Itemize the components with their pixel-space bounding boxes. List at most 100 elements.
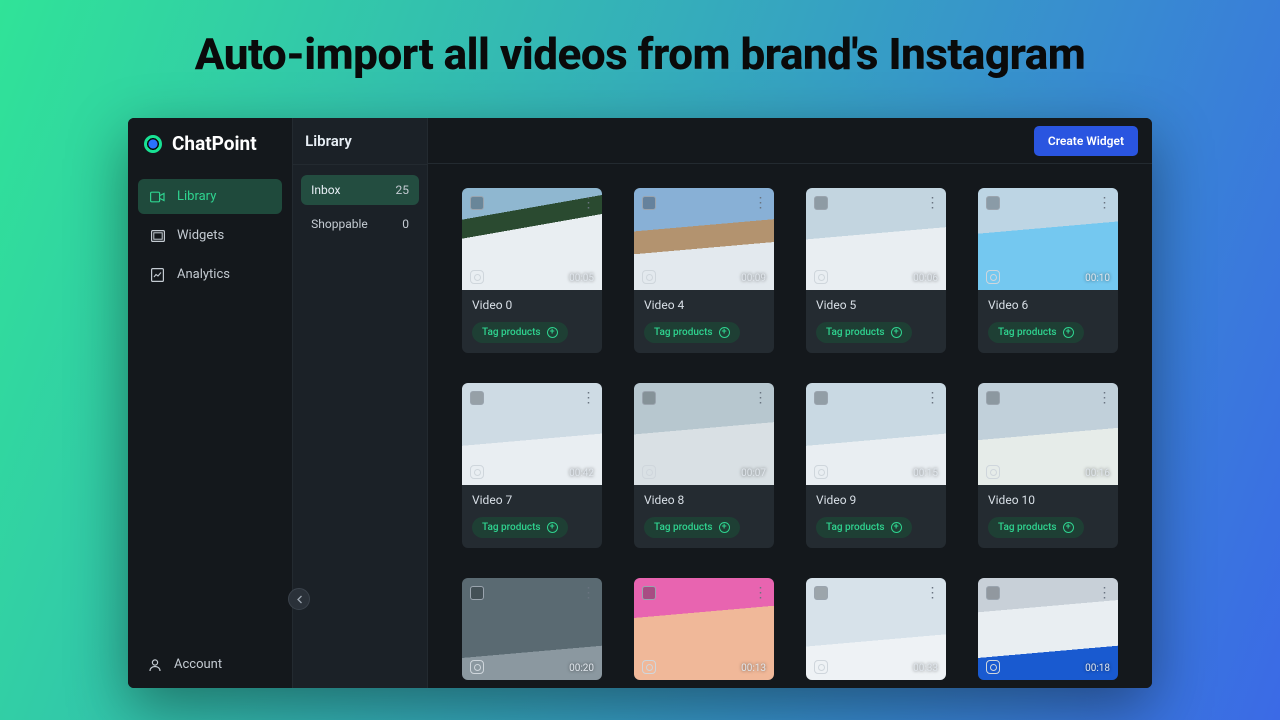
instagram-source-icon [642, 270, 656, 284]
instagram-source-icon [986, 660, 1000, 674]
video-duration: 00:20 [569, 663, 594, 674]
nav-library[interactable]: Library [138, 179, 282, 214]
video-thumbnail[interactable]: ⋮ 00:20 [462, 578, 602, 680]
sidebar: ChatPoint Library Widgets Analytics [128, 118, 293, 688]
more-menu-icon[interactable]: ⋮ [580, 194, 596, 212]
tag-products-button[interactable]: Tag products+ [644, 322, 740, 343]
tag-products-button[interactable]: Tag products+ [644, 517, 740, 538]
video-duration: 00:05 [569, 273, 594, 284]
select-checkbox[interactable] [814, 586, 828, 600]
video-thumbnail[interactable]: ⋮ 00:05 [462, 188, 602, 290]
tag-products-button[interactable]: Tag products+ [988, 517, 1084, 538]
more-menu-icon[interactable]: ⋮ [1096, 194, 1112, 212]
more-menu-icon[interactable]: ⋮ [1096, 584, 1112, 602]
select-checkbox[interactable] [986, 586, 1000, 600]
select-checkbox[interactable] [470, 586, 484, 600]
video-card[interactable]: ⋮00:06Video 5Tag products+ [806, 188, 946, 353]
video-thumbnail[interactable]: ⋮00:09 [634, 188, 774, 290]
video-thumbnail[interactable]: ⋮ 00:33 [806, 578, 946, 680]
video-card[interactable]: ⋮00:42Video 7Tag products+ [462, 383, 602, 548]
tag-products-label: Tag products [998, 522, 1057, 533]
filter-shoppable-count: 0 [402, 217, 409, 231]
nav-library-label: Library [177, 189, 216, 204]
brand: ChatPoint [128, 118, 292, 169]
instagram-source-icon [986, 465, 1000, 479]
video-card[interactable]: ⋮00:13Video 12Tag products+ [634, 578, 774, 680]
instagram-source-icon [470, 270, 484, 284]
nav-widgets-label: Widgets [177, 228, 224, 243]
instagram-source-icon [986, 270, 1000, 284]
video-thumbnail[interactable]: ⋮00:13 [634, 578, 774, 680]
nav-widgets[interactable]: Widgets [138, 218, 282, 253]
select-checkbox[interactable] [642, 391, 656, 405]
brand-title: ChatPoint [172, 132, 257, 155]
more-menu-icon[interactable]: ⋮ [580, 584, 596, 602]
more-menu-icon[interactable]: ⋮ [752, 389, 768, 407]
filter-shoppable[interactable]: Shoppable 0 [301, 209, 419, 239]
video-card[interactable]: ⋮00:09 Video 4 Tag products+ [634, 188, 774, 353]
tag-products-label: Tag products [482, 522, 541, 533]
tag-products-button[interactable]: Tag products+ [472, 322, 568, 343]
video-thumbnail[interactable]: ⋮ 00:06 [806, 188, 946, 290]
card-body: Video 8Tag products+ [634, 485, 774, 548]
card-body: Video 4 Tag products+ [634, 290, 774, 353]
more-menu-icon[interactable]: ⋮ [924, 194, 940, 212]
filter-inbox[interactable]: Inbox 25 [301, 175, 419, 205]
select-checkbox[interactable] [470, 196, 484, 210]
video-card[interactable]: ⋮00:15 Video 9 Tag products+ [806, 383, 946, 548]
select-checkbox[interactable] [642, 586, 656, 600]
collapse-panel-button[interactable] [288, 588, 310, 610]
tag-products-label: Tag products [998, 327, 1057, 338]
tag-products-label: Tag products [826, 522, 885, 533]
select-checkbox[interactable] [986, 391, 1000, 405]
video-duration: 00:33 [913, 663, 938, 674]
video-card[interactable]: ⋮00:10Video 6Tag products+ [978, 188, 1118, 353]
tag-products-button[interactable]: Tag products+ [816, 517, 912, 538]
select-checkbox[interactable] [814, 391, 828, 405]
video-card[interactable]: ⋮00:07Video 8Tag products+ [634, 383, 774, 548]
video-thumbnail[interactable]: ⋮00:42 [462, 383, 602, 485]
more-menu-icon[interactable]: ⋮ [1096, 389, 1112, 407]
topbar: Create Widget [428, 118, 1152, 164]
video-card[interactable]: ⋮ 00:05 Video 0Tag products+ [462, 188, 602, 353]
more-menu-icon[interactable]: ⋮ [752, 194, 768, 212]
video-title: Video 9 [816, 493, 936, 507]
video-thumbnail[interactable]: ⋮ 00:18 [978, 578, 1118, 680]
tag-products-button[interactable]: Tag products+ [988, 322, 1084, 343]
more-menu-icon[interactable]: ⋮ [580, 389, 596, 407]
tag-products-button[interactable]: Tag products+ [816, 322, 912, 343]
instagram-source-icon [814, 660, 828, 674]
video-thumbnail[interactable]: ⋮00:15 [806, 383, 946, 485]
video-thumbnail[interactable]: ⋮00:07 [634, 383, 774, 485]
create-widget-button[interactable]: Create Widget [1034, 126, 1138, 156]
select-checkbox[interactable] [642, 196, 656, 210]
select-checkbox[interactable] [986, 196, 1000, 210]
filter-shoppable-label: Shoppable [311, 217, 368, 231]
select-checkbox[interactable] [814, 196, 828, 210]
video-duration: 00:18 [1085, 663, 1110, 674]
video-card[interactable]: ⋮00:33Video 13Tag products+ [806, 578, 946, 680]
nav-account[interactable]: Account [128, 640, 292, 688]
video-card[interactable]: ⋮00:16Video 10Tag products+ [978, 383, 1118, 548]
video-thumbnail[interactable]: ⋮00:10 [978, 188, 1118, 290]
filter-inbox-label: Inbox [311, 183, 340, 197]
more-menu-icon[interactable]: ⋮ [924, 584, 940, 602]
tag-products-button[interactable]: Tag products+ [472, 517, 568, 538]
more-menu-icon[interactable]: ⋮ [924, 389, 940, 407]
card-body: Video 0Tag products+ [462, 290, 602, 353]
video-title: Video 4 [644, 298, 764, 312]
instagram-source-icon [814, 465, 828, 479]
more-menu-icon[interactable]: ⋮ [752, 584, 768, 602]
nav-account-label: Account [174, 657, 222, 672]
video-card[interactable]: ⋮00:18Video 14Tag products+ [978, 578, 1118, 680]
nav-analytics[interactable]: Analytics [138, 257, 282, 292]
user-icon [148, 658, 162, 672]
video-thumbnail[interactable]: ⋮00:16 [978, 383, 1118, 485]
video-grid-scroll[interactable]: ⋮ 00:05 Video 0Tag products+ ⋮00:09 Video 4 T… [428, 164, 1152, 688]
app-window: ChatPoint Library Widgets Analytics [128, 118, 1152, 688]
card-body: Video 6Tag products+ [978, 290, 1118, 353]
video-duration: 00:06 [913, 273, 938, 284]
video-card[interactable]: ⋮00:20Video 11Tag products+ [462, 578, 602, 680]
plus-circle-icon: + [719, 327, 730, 338]
select-checkbox[interactable] [470, 391, 484, 405]
